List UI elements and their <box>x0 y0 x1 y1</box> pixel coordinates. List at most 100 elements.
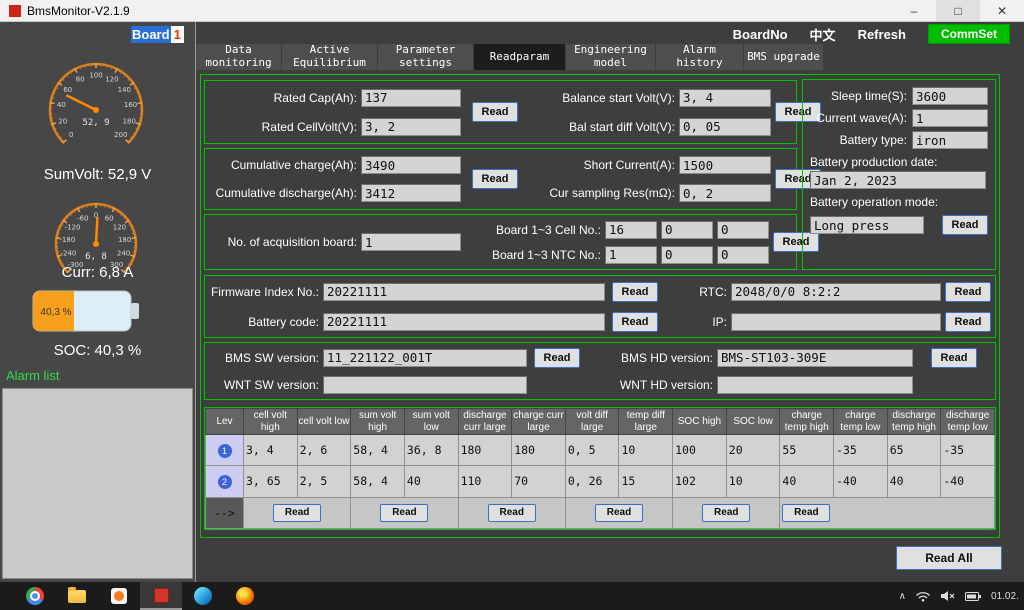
ntc-no-label: Board 1~3 NTC No.: <box>477 248 601 262</box>
operation-mode-field[interactable]: Long press <box>810 216 924 234</box>
svg-text:6, 8: 6, 8 <box>85 252 107 262</box>
tab-engineering-model[interactable]: Engineering model <box>566 44 656 70</box>
firmware-index-field[interactable]: 20221111 <box>323 283 605 301</box>
battery-tray-icon[interactable] <box>965 590 982 603</box>
ntc-no-field-1[interactable]: 1 <box>605 246 657 264</box>
tab-data-monitoring[interactable]: Data monitoring <box>196 44 282 70</box>
acquisition-board-field[interactable]: 1 <box>361 233 461 251</box>
read-rtc-button[interactable]: Read <box>945 282 991 302</box>
read-bms-sw-button[interactable]: Read <box>534 348 580 368</box>
cur-sampling-res-field[interactable]: 0, 2 <box>679 184 771 202</box>
language-toggle-button[interactable]: 中文 <box>810 25 836 44</box>
ip-field[interactable] <box>731 313 941 331</box>
wnt-sw-version-field[interactable] <box>323 376 527 394</box>
taskbar-bms-app-icon[interactable] <box>140 582 182 610</box>
battery-code-field[interactable]: 20221111 <box>323 313 605 331</box>
limits-row: 23, 652, 558, 440110700, 26151021040-404… <box>206 466 995 497</box>
limit-value-cell: 55 <box>780 435 834 466</box>
read-firmware-button[interactable]: Read <box>612 282 658 302</box>
limits-column-header: discharge temp low <box>941 409 995 435</box>
read-bms-hd-button[interactable]: Read <box>931 348 977 368</box>
tab-active-equilibrium[interactable]: Active Equilibrium <box>282 44 378 70</box>
minimize-button[interactable]: – <box>892 0 936 21</box>
table-read-button[interactable]: Read <box>273 504 321 522</box>
level-cell: 2 <box>206 466 244 497</box>
readparam-content: Rated Cap(Ah): 137 Rated CellVolt(V): 3,… <box>200 74 1000 538</box>
svg-text:160: 160 <box>124 101 137 109</box>
rated-cellvolt-label: Rated CellVolt(V): <box>209 120 357 134</box>
cumulative-discharge-field[interactable]: 3412 <box>361 184 461 202</box>
refresh-button[interactable]: Refresh <box>858 27 906 42</box>
taskbar-orange-app-icon[interactable] <box>98 582 140 610</box>
balance-start-field[interactable]: 3, 4 <box>679 89 771 107</box>
production-date-field[interactable]: Jan 2, 2023 <box>810 171 986 189</box>
cell-no-field-2[interactable]: 0 <box>661 221 713 239</box>
bms-sw-version-field[interactable]: 11_221122_001T <box>323 349 527 367</box>
bal-start-diff-field[interactable]: 0, 05 <box>679 118 771 136</box>
table-read-button[interactable]: Read <box>380 504 428 522</box>
limits-column-header: discharge temp high <box>887 409 941 435</box>
wifi-icon[interactable] <box>915 590 931 602</box>
table-read-button[interactable]: Read <box>702 504 750 522</box>
limits-column-header: charge temp high <box>780 409 834 435</box>
close-button[interactable]: ✕ <box>980 0 1024 21</box>
ntc-no-field-3[interactable]: 0 <box>717 246 769 264</box>
short-current-field[interactable]: 1500 <box>679 156 771 174</box>
tab-bms-upgrade[interactable]: BMS upgrade <box>744 44 824 70</box>
table-read-row: --> Read Read Read Read Read Read <box>206 497 995 528</box>
chrome-icon <box>26 587 44 605</box>
sidebar: Board 1 02040608010012014016018020052, 9… <box>0 22 196 582</box>
limit-value-cell: 20 <box>726 435 780 466</box>
app-icon <box>9 5 21 17</box>
limit-value-cell: 2, 5 <box>297 466 351 497</box>
taskbar-file-explorer-icon[interactable] <box>56 582 98 610</box>
wnt-hd-version-field[interactable] <box>717 376 913 394</box>
bms-hd-version-field[interactable]: BMS-ST103-309E <box>717 349 913 367</box>
limits-column-header: charge curr large <box>512 409 566 435</box>
taskbar-firefox-icon[interactable] <box>224 582 266 610</box>
read-ip-button[interactable]: Read <box>945 312 991 332</box>
battery-code-label: Battery code: <box>209 315 319 329</box>
read-all-button[interactable]: Read All <box>896 546 1002 570</box>
taskbar-clock[interactable]: 01.02. <box>991 591 1021 602</box>
cell-no-field-3[interactable]: 0 <box>717 221 769 239</box>
board-number-field[interactable]: Board 1 <box>131 26 184 43</box>
titlebar[interactable]: BmsMonitor-V2.1.9 – □ ✕ <box>0 0 1024 22</box>
production-date-label: Battery production date: <box>810 155 988 169</box>
read-cumulative-button[interactable]: Read <box>472 169 518 189</box>
board-no-button[interactable]: BoardNo <box>733 27 788 42</box>
volume-muted-icon[interactable] <box>940 589 956 603</box>
sleep-time-field[interactable]: 3600 <box>912 87 988 105</box>
tab-parameter-settings[interactable]: Parameter settings <box>378 44 474 70</box>
alarm-listbox[interactable] <box>2 388 193 579</box>
versions-panel: BMS SW version: 11_221122_001T Read BMS … <box>204 342 996 400</box>
read-battery-settings-button[interactable]: Read <box>942 215 988 235</box>
arrow-cell: --> <box>206 497 244 528</box>
cumulative-charge-field[interactable]: 3490 <box>361 156 461 174</box>
current-wave-field[interactable]: 1 <box>912 109 988 127</box>
table-read-button[interactable]: Read <box>782 504 830 522</box>
rtc-field[interactable]: 2048/0/0 8:2:2 <box>731 283 941 301</box>
commset-button[interactable]: CommSet <box>928 24 1010 44</box>
read-rated-button[interactable]: Read <box>472 102 518 122</box>
wnt-hd-version-label: WNT HD version: <box>587 378 713 392</box>
firefox-icon <box>236 587 254 605</box>
table-read-cell: Read <box>351 497 458 528</box>
battery-type-field[interactable]: iron <box>912 131 988 149</box>
read-battery-code-button[interactable]: Read <box>612 312 658 332</box>
battery-settings-panel: Sleep time(S): 3600 Current wave(A): 1 B… <box>802 79 996 270</box>
table-read-button[interactable]: Read <box>595 504 643 522</box>
rated-cellvolt-field[interactable]: 3, 2 <box>361 118 461 136</box>
ntc-no-field-2[interactable]: 0 <box>661 246 713 264</box>
limits-column-header: SOC high <box>673 409 727 435</box>
cell-no-field-1[interactable]: 16 <box>605 221 657 239</box>
bms-monitor-window: BmsMonitor-V2.1.9 – □ ✕ Board 1 02040608… <box>0 0 1024 610</box>
taskbar-chrome-icon[interactable] <box>14 582 56 610</box>
maximize-button[interactable]: □ <box>936 0 980 21</box>
table-read-button[interactable]: Read <box>488 504 536 522</box>
hidden-icons-chevron-icon[interactable]: ∧ <box>899 591 906 602</box>
taskbar-edge-icon[interactable] <box>182 582 224 610</box>
rated-cap-field[interactable]: 137 <box>361 89 461 107</box>
tab-alarm-history[interactable]: Alarm history <box>656 44 744 70</box>
tab-readparam[interactable]: Readparam <box>474 44 566 70</box>
